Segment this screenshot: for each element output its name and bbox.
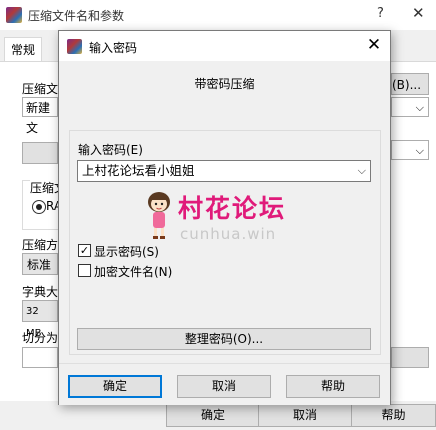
watermark-text: 村花论坛 bbox=[178, 194, 287, 223]
encrypt-filenames-checkbox[interactable] bbox=[78, 264, 91, 277]
background-help-button[interactable]: 帮助 bbox=[351, 404, 436, 427]
show-password-label[interactable]: 显示密码(S) bbox=[94, 243, 159, 260]
dialog-heading: 带密码压缩 bbox=[194, 77, 255, 91]
dictionary-size-select[interactable]: 32 MB bbox=[22, 300, 58, 339]
compression-method-select[interactable]: 标准 bbox=[22, 253, 58, 275]
browse-button[interactable]: (B)... bbox=[391, 73, 429, 95]
profiles-button[interactable] bbox=[22, 142, 58, 164]
encrypt-filenames-label[interactable]: 加密文件名(N) bbox=[94, 263, 172, 280]
update-mode-dropdown[interactable]: ⌵ bbox=[391, 140, 429, 160]
girl-mascot-icon bbox=[148, 192, 170, 239]
split-volume-label: 切分为 bbox=[22, 331, 59, 345]
password-label: 输入密码(E) bbox=[78, 141, 143, 158]
cancel-button[interactable]: 取消 bbox=[177, 375, 271, 398]
background-cancel-button[interactable]: 取消 bbox=[258, 404, 352, 427]
close-button[interactable]: ✕ bbox=[412, 4, 425, 22]
help-button[interactable]: 帮助 bbox=[286, 375, 380, 398]
password-value: 上村花论坛看小姐姐 bbox=[82, 163, 195, 178]
password-label-text: 输入密码(E) bbox=[78, 143, 143, 157]
organize-passwords-button[interactable]: 整理密码(O)... bbox=[77, 328, 371, 350]
rar-radio[interactable] bbox=[32, 200, 46, 214]
archive-name-label: 压缩文 bbox=[22, 82, 59, 96]
set-password-button[interactable] bbox=[391, 347, 429, 368]
dialog-close-icon[interactable]: ✕ bbox=[364, 35, 384, 55]
background-ok-button[interactable]: 确定 bbox=[166, 404, 260, 427]
winrar-app-icon bbox=[67, 39, 82, 54]
chevron-down-icon: ⌵ bbox=[415, 101, 424, 114]
dictionary-size-label: 字典大 bbox=[22, 285, 59, 299]
archive-name-dropdown[interactable]: ⌵ bbox=[391, 97, 429, 117]
help-button[interactable]: ? bbox=[377, 6, 384, 21]
password-dialog: 输入密码 ✕ 带密码压缩 输入密码(E) 上村花论坛看小姐姐 ⌵ 村花论坛 cu… bbox=[58, 30, 391, 405]
tab-general[interactable]: 常规 bbox=[4, 37, 43, 62]
background-window-title: 压缩文件名和参数 bbox=[28, 9, 125, 23]
password-combobox[interactable]: 上村花论坛看小姐姐 ⌵ bbox=[77, 160, 371, 182]
watermark-subtext: cunhua.win bbox=[180, 225, 277, 243]
show-password-checkbox[interactable]: ✓ bbox=[78, 244, 91, 257]
archive-name-field[interactable]: 新建文 bbox=[22, 97, 58, 135]
chevron-down-icon[interactable]: ⌵ bbox=[358, 161, 366, 181]
compression-method-label: 压缩方 bbox=[22, 238, 59, 252]
radio-dot bbox=[36, 204, 42, 210]
chevron-down-icon: ⌵ bbox=[415, 144, 424, 157]
winrar-app-icon bbox=[6, 7, 22, 23]
ok-button[interactable]: 确定 bbox=[68, 375, 162, 398]
checkmark-icon: ✓ bbox=[79, 244, 90, 257]
split-volume-field[interactable] bbox=[22, 347, 58, 368]
dialog-title: 输入密码 bbox=[89, 41, 138, 55]
